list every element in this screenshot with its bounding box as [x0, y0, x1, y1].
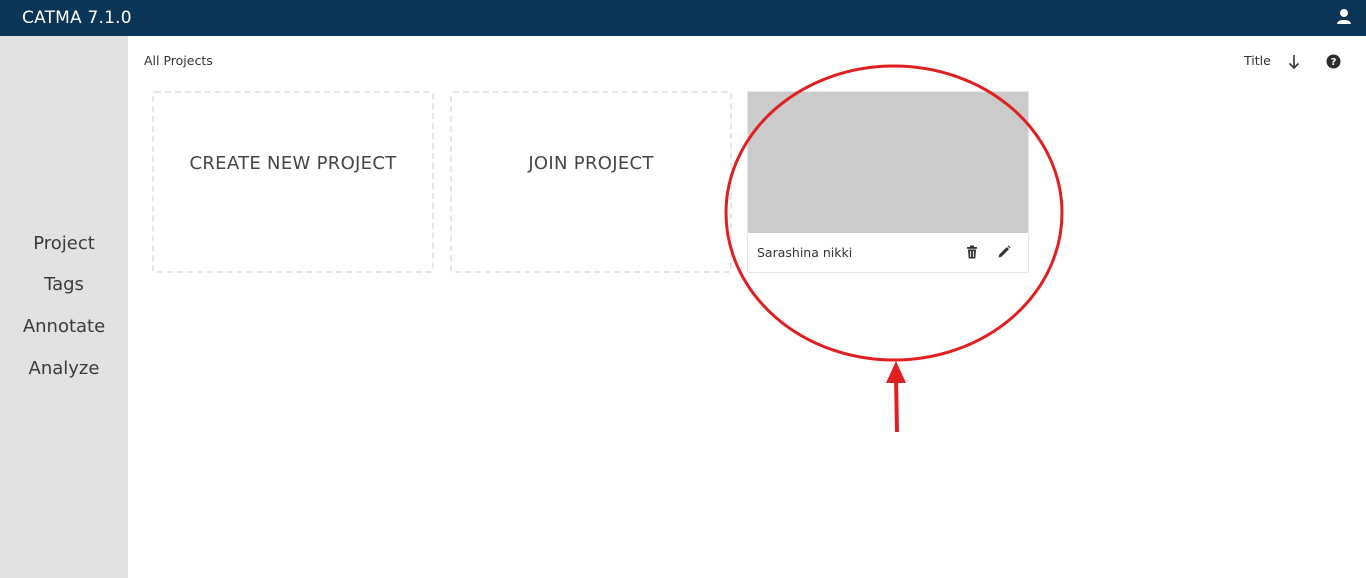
sidebar: Project Tags Annotate Analyze [0, 36, 128, 578]
arrow-down-icon[interactable] [1285, 52, 1303, 72]
question-circle-icon[interactable]: ? [1326, 54, 1341, 69]
project-name[interactable]: Sarashina nikki [757, 245, 852, 261]
sort-field-label[interactable]: Title [1244, 53, 1271, 69]
app-title: CATMA 7.1.0 [22, 8, 132, 28]
breadcrumb: All Projects [144, 53, 213, 68]
top-bar: CATMA 7.1.0 [0, 0, 1366, 36]
join-project-tile[interactable]: JOIN PROJECT [450, 91, 732, 273]
sidebar-item-annotate[interactable]: Annotate [0, 315, 128, 339]
sidebar-item-analyze[interactable]: Analyze [0, 357, 128, 381]
red-highlight-annotation [724, 64, 1064, 433]
create-new-project-label: CREATE NEW PROJECT [189, 152, 397, 174]
user-icon[interactable] [1334, 7, 1354, 27]
project-thumbnail[interactable] [748, 92, 1028, 233]
pencil-icon[interactable] [996, 244, 1012, 260]
create-new-project-tile[interactable]: CREATE NEW PROJECT [152, 91, 434, 273]
project-card[interactable]: Sarashina nikki [747, 91, 1029, 273]
sidebar-item-tags[interactable]: Tags [0, 273, 128, 297]
join-project-label: JOIN PROJECT [528, 152, 654, 174]
svg-text:?: ? [1331, 57, 1337, 68]
sidebar-item-project[interactable]: Project [0, 232, 128, 256]
trash-icon[interactable] [964, 244, 980, 260]
